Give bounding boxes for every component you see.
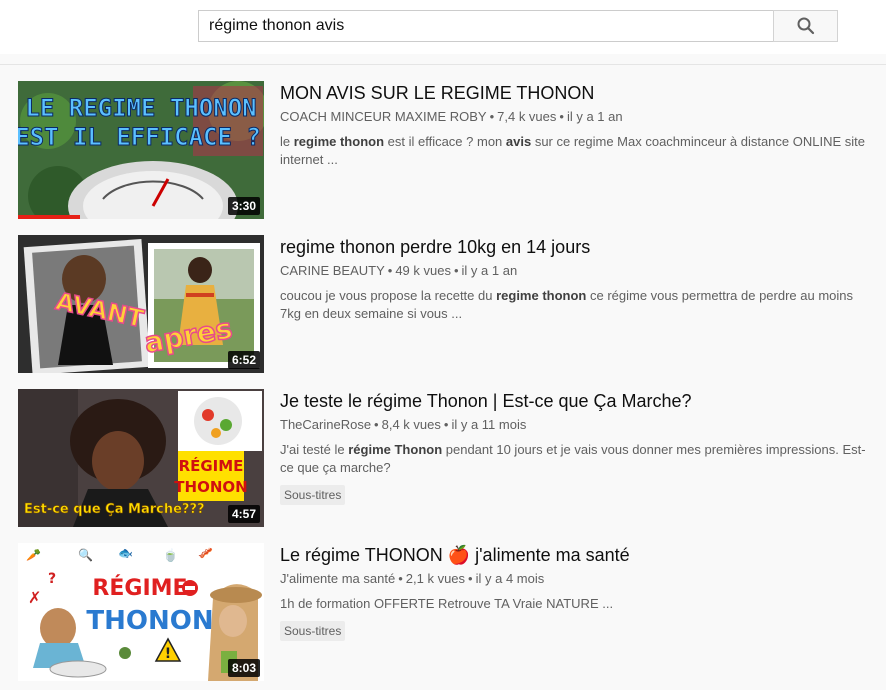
duration-badge: 8:03 <box>227 659 260 677</box>
channel-name[interactable]: J'alimente ma santé <box>280 571 395 586</box>
search-box[interactable] <box>198 10 774 42</box>
search-input[interactable] <box>199 11 773 41</box>
video-result[interactable]: RÉGIME THONON Est-ce que Ça Marche??? 4:… <box>18 389 878 527</box>
video-info: regime thonon perdre 10kg en 14 jours CA… <box>280 235 880 323</box>
channel-name[interactable]: COACH MINCEUR MAXIME ROBY <box>280 109 487 124</box>
video-info: Le régime THONON 🍎 j'alimente ma santé J… <box>280 543 880 641</box>
divider <box>0 64 886 65</box>
upload-age: il y a 1 an <box>566 109 623 124</box>
duration-badge: 4:57 <box>227 505 260 523</box>
video-title[interactable]: MON AVIS SUR LE REGIME THONON <box>280 81 880 105</box>
watch-progress-bar <box>18 215 80 219</box>
svg-text:🐟: 🐟 <box>118 546 133 560</box>
svg-text:🔍: 🔍 <box>78 547 93 562</box>
thumbnail-text-regime: RÉGIME <box>179 456 244 475</box>
thumbnail-text-thonon: THONON <box>174 478 247 496</box>
video-info: Je teste le régime Thonon | Est-ce que Ç… <box>280 389 880 505</box>
search-button[interactable] <box>773 10 838 42</box>
video-thumbnail[interactable]: AVANT apres 6:52 <box>18 235 264 373</box>
video-meta: J'alimente ma santé • 2,1 k vues • il y a 4 … <box>280 571 545 586</box>
view-count: 7,4 k vues <box>497 109 557 124</box>
video-result[interactable]: AVANT apres 6:52 regime thonon perdre 10… <box>18 235 878 373</box>
video-description: J'ai testé le régime Thonon pendant 10 j… <box>280 442 866 475</box>
view-count: 49 k vues <box>395 263 451 278</box>
video-description: coucou je vous propose la recette du reg… <box>280 288 854 321</box>
channel-name[interactable]: TheCarineRose <box>280 417 371 432</box>
channel-name[interactable]: CARINE BEAUTY <box>280 263 385 278</box>
thumbnail-text-thonon: THONON <box>86 606 213 636</box>
video-thumbnail[interactable]: 🥕 ? 🔍 🐟 🍵 🥓 ✗ RÉGIME THONON ! 8:03 <box>18 543 264 681</box>
video-title[interactable]: regime thonon perdre 10kg en 14 jours <box>280 235 880 259</box>
duration-badge: 3:30 <box>227 197 260 215</box>
top-bar <box>0 0 886 54</box>
thumbnail-text-line2: EST IL EFFICACE ? <box>18 123 261 151</box>
view-count: 8,4 k vues <box>381 417 441 432</box>
svg-text:?: ? <box>48 571 56 587</box>
video-result[interactable]: LE REGIME THONON EST IL EFFICACE ? 3:30 … <box>18 81 878 219</box>
video-info: MON AVIS SUR LE REGIME THONON COACH MINC… <box>280 81 880 169</box>
svg-text:!: ! <box>165 646 171 662</box>
subtitles-badge: Sous-titres <box>280 621 346 641</box>
svg-text:✗: ✗ <box>28 588 41 607</box>
video-meta: TheCarineRose • 8,4 k vues • il y a 11 mois <box>280 417 527 432</box>
video-title[interactable]: Le régime THONON 🍎 j'alimente ma santé <box>280 543 880 567</box>
video-result[interactable]: 🥕 ? 🔍 🐟 🍵 🥓 ✗ RÉGIME THONON ! 8:03 Le ré… <box>18 543 878 681</box>
video-meta: CARINE BEAUTY • 49 k vues • il y a 1 an <box>280 263 518 278</box>
video-thumbnail[interactable]: RÉGIME THONON Est-ce que Ça Marche??? 4:… <box>18 389 264 527</box>
upload-age: il y a 1 an <box>461 263 518 278</box>
thumbnail-text-regime: RÉGIME <box>92 575 187 601</box>
video-thumbnail[interactable]: LE REGIME THONON EST IL EFFICACE ? 3:30 <box>18 81 264 219</box>
duration-badge: 6:52 <box>227 351 260 369</box>
video-meta: COACH MINCEUR MAXIME ROBY • 7,4 k vues • il … <box>280 109 623 124</box>
thumbnail-text-question: Est-ce que Ça Marche??? <box>24 502 205 517</box>
upload-age: il y a 4 mois <box>475 571 545 586</box>
svg-text:🥓: 🥓 <box>198 546 213 560</box>
video-description: le regime thonon est il efficace ? mon a… <box>280 134 866 167</box>
search-icon <box>797 17 814 35</box>
svg-text:🍵: 🍵 <box>163 547 178 562</box>
video-title[interactable]: Je teste le régime Thonon | Est-ce que Ç… <box>280 389 880 413</box>
thumbnail-text-line1: LE REGIME THONON <box>25 94 256 122</box>
svg-text:🥕: 🥕 <box>26 548 41 562</box>
view-count: 2,1 k vues <box>405 571 466 586</box>
video-description: 1h de formation OFFERTE Retrouve TA Vrai… <box>280 596 614 611</box>
subtitles-badge: Sous-titres <box>280 485 346 505</box>
upload-age: il y a 11 mois <box>451 417 527 432</box>
